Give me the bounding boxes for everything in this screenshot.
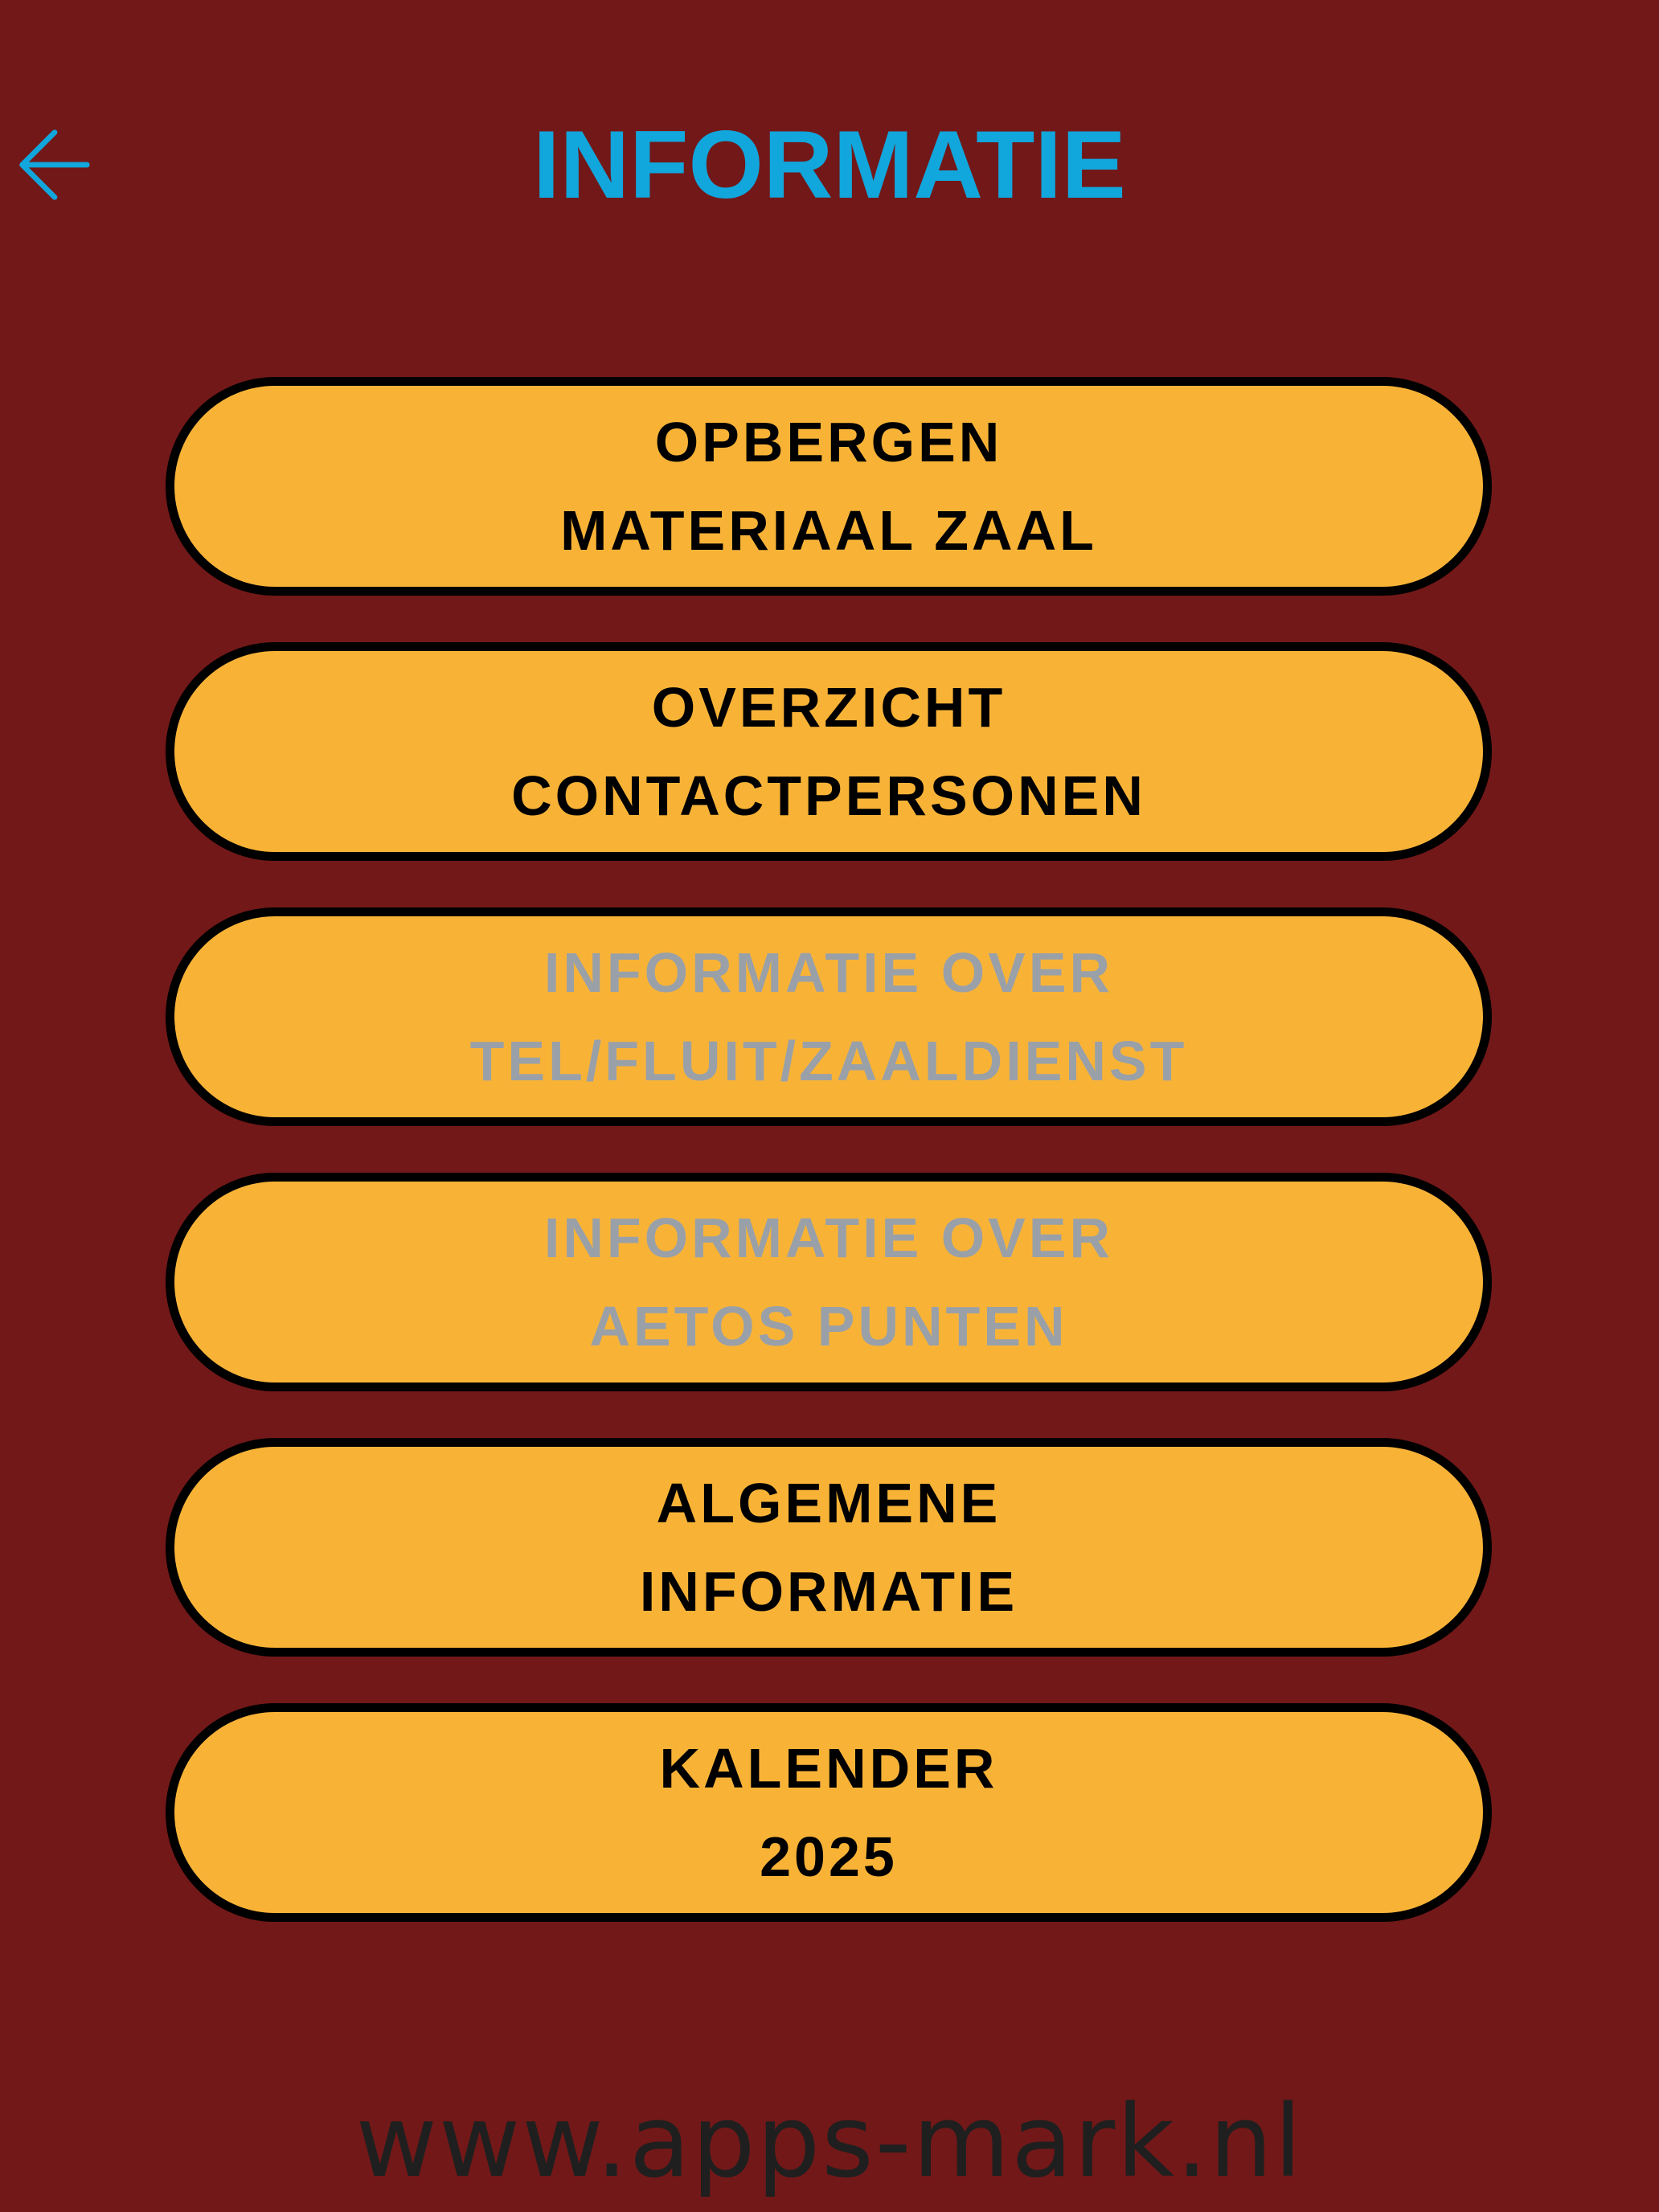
button-label-line2: TEL/FLUIT/ZAALDIENST <box>469 1030 1188 1092</box>
informatie-tel-fluit-zaaldienst-button: INFORMATIE OVER TEL/FLUIT/ZAALDIENST <box>166 907 1492 1126</box>
button-label-line2: AETOS PUNTEN <box>589 1295 1068 1358</box>
button-label-line1: INFORMATIE OVER <box>543 941 1114 1004</box>
button-label-line2: INFORMATIE <box>639 1560 1018 1623</box>
algemene-informatie-button[interactable]: ALGEMENE INFORMATIE <box>166 1438 1492 1657</box>
button-label-line1: OPBERGEN <box>654 411 1003 473</box>
kalender-2025-button[interactable]: KALENDER 2025 <box>166 1703 1492 1922</box>
overzicht-contactpersonen-button[interactable]: OVERZICHT CONTACTPERSONEN <box>166 642 1492 861</box>
menu-list: OPBERGEN MATERIAAL ZAAL OVERZICHT CONTAC… <box>166 377 1492 1968</box>
button-label-line1: INFORMATIE OVER <box>543 1206 1114 1269</box>
button-label-line2: MATERIAAL ZAAL <box>560 499 1097 562</box>
button-label-line1: KALENDER <box>659 1737 998 1800</box>
opbergen-materiaal-zaal-button[interactable]: OPBERGEN MATERIAAL ZAAL <box>166 377 1492 596</box>
button-label-line2: 2025 <box>760 1825 898 1888</box>
footer-url: www.apps-mark.nl <box>355 2084 1304 2200</box>
button-label-line1: ALGEMENE <box>656 1472 1002 1534</box>
button-label-line2: CONTACTPERSONEN <box>511 764 1146 827</box>
button-label-line1: OVERZICHT <box>651 676 1006 739</box>
informatie-aetos-punten-button: INFORMATIE OVER AETOS PUNTEN <box>166 1173 1492 1391</box>
page-title: INFORMATIE <box>533 111 1126 219</box>
